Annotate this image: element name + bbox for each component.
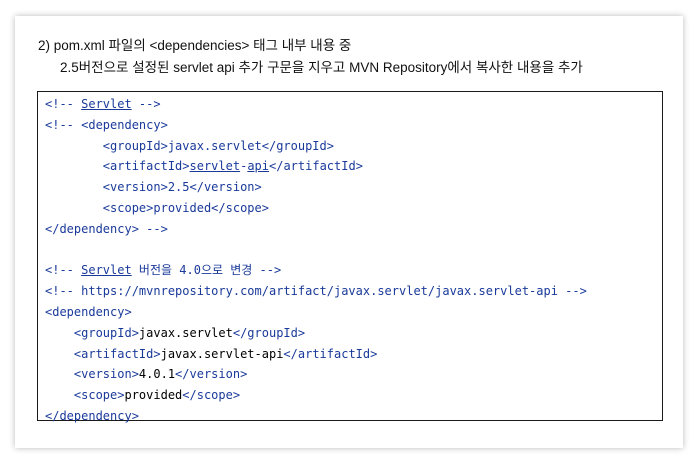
code-line-dependency-close: </dependency> (45, 408, 139, 423)
code-line-old-scope: <scope>provided</scope> (45, 200, 269, 215)
code-line-old-version: <version>2.5</version> (45, 180, 262, 195)
instruction-heading: 2) pom.xml 파일의 <dependencies> 태그 내부 내용 중… (38, 35, 583, 79)
code-line-old-groupid: <groupId>javax.servlet</groupId> (45, 138, 334, 153)
code-line-mvn-url-comment: <!-- https://mvnrepository.com/artifact/… (45, 284, 587, 299)
code-block: <!-- Servlet --> <!-- <dependency> <grou… (37, 91, 663, 423)
code-line-old-dependency-open: <!-- <dependency> (45, 117, 168, 132)
code-line-servlet-comment: <!-- Servlet --> (45, 97, 161, 111)
code-line-dependency-open: <dependency> (45, 304, 132, 319)
instruction-line-2: 2.5버전으로 설정된 servlet api 추가 구문을 지우고 MVN R… (60, 60, 583, 75)
code-line-scope: <scope>provided</scope> (45, 388, 241, 403)
code-line-old-dependency-close: </dependency> --> (45, 221, 168, 236)
code-line-version-comment: <!-- Servlet 버전을 4.0으로 변경 --> (45, 263, 282, 278)
servlet-link-word: Servlet (81, 97, 132, 111)
code-line-groupid: <groupId>javax.servlet</groupId> (45, 325, 306, 340)
code-line-version: <version>4.0.1</version> (45, 367, 248, 382)
code-line-artifactid: <artifactId>javax.servlet-api</artifactI… (45, 346, 378, 361)
instruction-line-1: 2) pom.xml 파일의 <dependencies> 태그 내부 내용 중 (38, 38, 352, 53)
code-line-old-artifactid: <artifactId>servlet-api</artifactId> (45, 159, 363, 174)
